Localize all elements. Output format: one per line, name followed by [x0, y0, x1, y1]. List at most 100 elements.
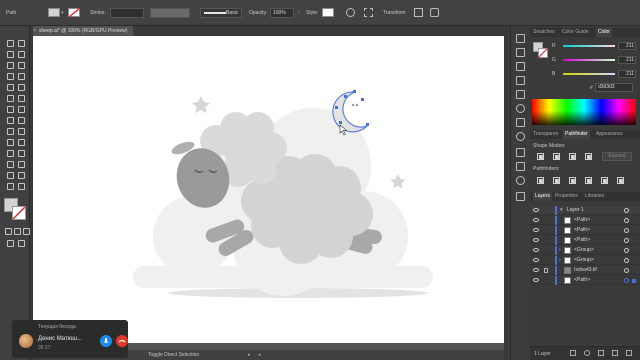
target-circle-icon[interactable]	[624, 248, 629, 253]
visibility-eye-icon[interactable]	[533, 268, 539, 272]
microphone-button[interactable]	[100, 335, 112, 347]
expand-group-icon[interactable]: ›	[559, 246, 561, 255]
eyedropper-tool-icon[interactable]	[5, 148, 14, 157]
expand-layer-icon[interactable]: ▾	[560, 206, 563, 215]
minus-back-icon[interactable]	[616, 176, 625, 184]
symbols-panel-icon[interactable]	[516, 76, 525, 85]
target-circle-icon[interactable]	[624, 228, 629, 233]
color-mode-icon[interactable]	[3, 226, 12, 235]
swatches-panel-icon[interactable]	[516, 48, 525, 57]
shaper-tool-icon[interactable]	[5, 93, 14, 102]
status-arrow-icon[interactable]: ▸	[248, 350, 251, 360]
visibility-eye-icon[interactable]	[533, 218, 539, 222]
selection-tool-icon[interactable]	[5, 38, 14, 47]
symbol-sprayer-tool-icon[interactable]	[5, 159, 14, 168]
target-circle-icon[interactable]	[624, 238, 629, 243]
links-panel-icon[interactable]	[516, 176, 525, 185]
variable-width-profile[interactable]	[150, 8, 190, 18]
blue-value[interactable]: 211	[618, 70, 636, 78]
layer-row[interactable]: <Path>	[530, 226, 640, 235]
tab-pathfinder[interactable]: Pathfinder	[563, 130, 590, 139]
hang-up-button[interactable]	[116, 335, 128, 347]
screen-mode-icon[interactable]	[16, 238, 25, 247]
appearance-panel-icon[interactable]	[516, 132, 525, 141]
align-to-selection-icon[interactable]	[364, 8, 373, 17]
transform-link[interactable]: Transform	[383, 10, 406, 16]
curvature-tool-icon[interactable]	[16, 60, 25, 69]
slice-tool-icon[interactable]	[16, 170, 25, 179]
tab-color-guide[interactable]: Color Guide	[562, 28, 589, 37]
canvas-area[interactable]	[33, 36, 504, 350]
expand-button[interactable]: Expand	[602, 152, 632, 161]
drawing-mode-icon[interactable]	[5, 238, 14, 247]
divide-icon[interactable]	[536, 176, 545, 184]
red-slider[interactable]: R 211	[536, 42, 640, 50]
none-mode-icon[interactable]	[21, 226, 30, 235]
minus-front-icon[interactable]	[552, 152, 561, 160]
tab-properties[interactable]: Properties	[555, 192, 578, 201]
blue-track[interactable]	[563, 73, 615, 75]
stroke-color-box[interactable]	[12, 206, 26, 220]
visibility-eye-icon[interactable]	[533, 238, 539, 242]
layer-row[interactable]: <Path>	[530, 276, 640, 285]
layer-row[interactable]: <Path>	[530, 236, 640, 245]
red-value[interactable]: 211	[618, 42, 636, 50]
zoom-tool-icon[interactable]	[16, 181, 25, 190]
collect-for-export-icon[interactable]	[570, 350, 576, 356]
rotate-tool-icon[interactable]	[5, 104, 14, 113]
column-graph-tool-icon[interactable]	[16, 159, 25, 168]
layer-row[interactable]: ▾ Layer 1	[530, 206, 640, 215]
blue-slider[interactable]: B 211	[536, 70, 640, 78]
blend-tool-icon[interactable]	[16, 148, 25, 157]
brush-definition-dropdown[interactable]: Basic	[200, 8, 242, 18]
locate-object-icon[interactable]	[584, 350, 590, 356]
stroke-panel-icon[interactable]	[516, 90, 525, 99]
fill-dropdown-arrow-icon[interactable]: ▾	[61, 10, 64, 16]
shape-builder-tool-icon[interactable]	[5, 126, 14, 135]
mesh-tool-icon[interactable]	[5, 137, 14, 146]
outline-icon[interactable]	[600, 176, 609, 184]
recolor-artwork-icon[interactable]	[346, 8, 355, 17]
target-circle-icon[interactable]	[624, 268, 629, 273]
brushes-panel-icon[interactable]	[516, 62, 525, 71]
isolate-group-icon[interactable]	[430, 8, 439, 17]
gradient-panel-icon[interactable]	[516, 104, 525, 113]
transform-panel-icon[interactable]	[516, 162, 525, 171]
green-track[interactable]	[563, 59, 615, 61]
lasso-tool-icon[interactable]	[16, 49, 25, 58]
opacity-arrow-icon[interactable]: ›	[298, 10, 300, 16]
graphic-styles-panel-icon[interactable]	[516, 118, 525, 127]
visibility-eye-icon[interactable]	[533, 228, 539, 232]
eraser-tool-icon[interactable]	[16, 93, 25, 102]
line-segment-tool-icon[interactable]	[16, 71, 25, 80]
tab-libraries[interactable]: Libraries	[585, 192, 604, 201]
trash-icon[interactable]	[626, 350, 632, 356]
close-tab-icon[interactable]: ×	[33, 26, 36, 36]
history-panel-icon[interactable]	[516, 34, 525, 43]
layer-row[interactable]: <Path>	[530, 216, 640, 225]
lock-icon[interactable]	[544, 268, 548, 273]
transform-icon[interactable]	[414, 8, 423, 17]
magic-wand-tool-icon[interactable]	[5, 49, 14, 58]
direct-selection-tool-icon[interactable]	[16, 38, 25, 47]
tab-sheep-document[interactable]: sheep.ai* @ 100% (RGB/GPU Preview) ×	[33, 26, 133, 36]
stroke-swatch[interactable]	[68, 8, 80, 17]
crop-icon[interactable]	[584, 176, 593, 184]
layer-row[interactable]: Ixdsa43.tif	[530, 266, 640, 275]
visibility-eye-icon[interactable]	[533, 278, 539, 282]
visibility-eye-icon[interactable]	[533, 208, 539, 212]
red-track[interactable]	[563, 45, 615, 47]
call-overlay[interactable]: Текущая беседа Денис Матюш... 36:27	[12, 320, 128, 358]
sheep-illustration[interactable]	[33, 36, 504, 343]
new-layer-icon[interactable]	[612, 350, 618, 356]
intersect-icon[interactable]	[568, 152, 577, 160]
unite-icon[interactable]	[536, 152, 545, 160]
target-circle-icon[interactable]	[624, 208, 629, 213]
artboard-tool-icon[interactable]	[5, 170, 14, 179]
trim-icon[interactable]	[552, 176, 561, 184]
layer-row[interactable]: › <Group>	[530, 246, 640, 255]
scale-tool-icon[interactable]	[16, 104, 25, 113]
pen-tool-icon[interactable]	[5, 60, 14, 69]
rectangle-tool-icon[interactable]	[5, 82, 14, 91]
artboard[interactable]	[33, 36, 504, 343]
